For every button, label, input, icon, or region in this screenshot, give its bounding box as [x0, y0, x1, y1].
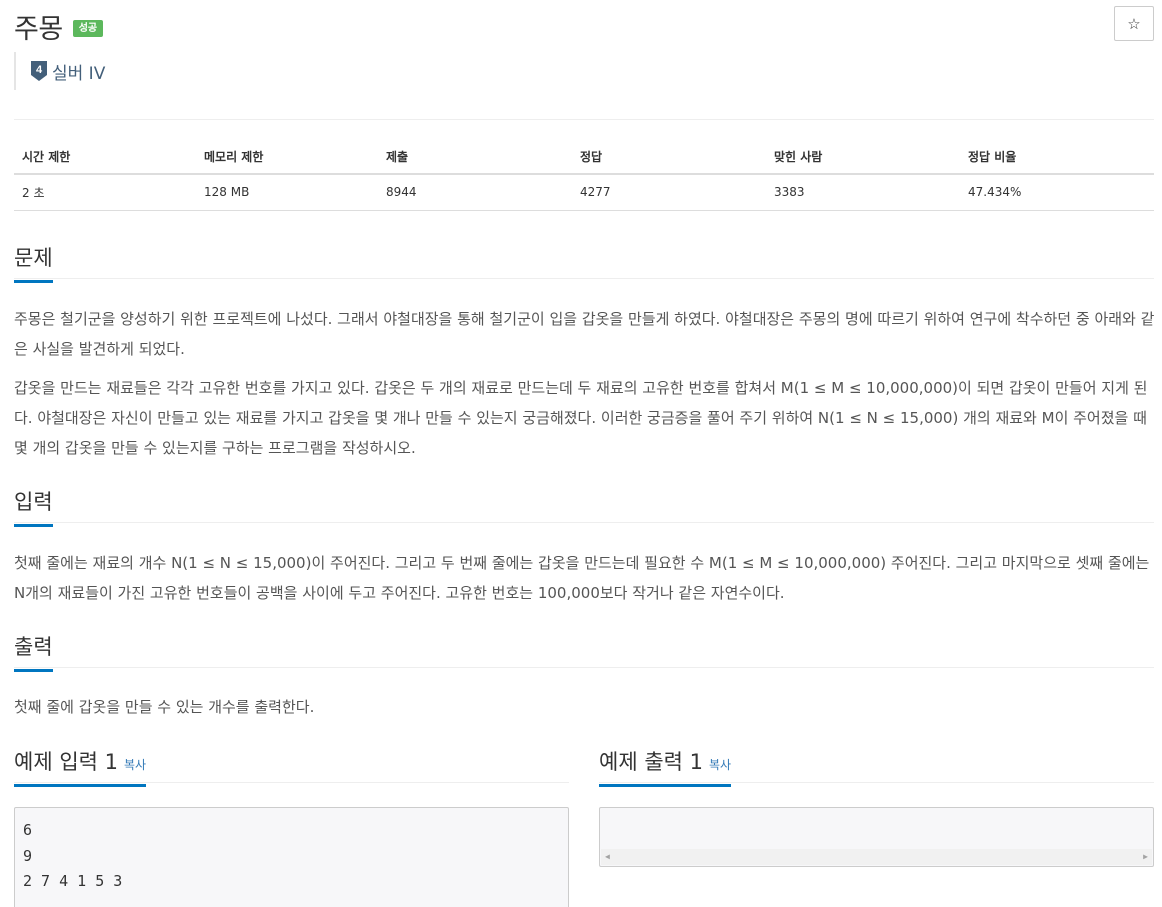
section-divider — [14, 522, 1154, 523]
input-section-header: 입력 — [14, 486, 1154, 527]
section-title-output: 출력 — [14, 631, 53, 672]
problem-section-header: 문제 — [14, 242, 1154, 283]
divider — [14, 119, 1154, 120]
section-divider — [14, 667, 1154, 668]
table-row: 2 초 128 MB 8944 4277 3383 47.434% — [14, 174, 1154, 211]
sample-input-box[interactable]: 6 9 2 7 4 1 5 3 — [14, 807, 569, 907]
problem-description-1: 주몽은 철기군을 양성하기 위한 프로젝트에 나섰다. 그래서 야철대장을 통해… — [14, 310, 1155, 358]
section-title-sample-output: 예제 출력 1 복사 — [599, 746, 732, 787]
output-description: 첫째 줄에 갑옷을 만들 수 있는 개수를 출력한다. — [14, 698, 315, 716]
section-divider — [14, 278, 1154, 279]
sample-input-title: 예제 입력 1 — [14, 750, 118, 774]
horizontal-scrollbar[interactable]: ◀ ▶ — [601, 849, 1152, 865]
tier-number: 4 — [36, 64, 43, 76]
status-badge: 성공 — [72, 19, 104, 37]
header-time-limit: 시간 제한 — [14, 140, 196, 175]
star-button[interactable]: ☆ — [1114, 6, 1154, 41]
header-accept-ratio: 정답 비율 — [960, 140, 1154, 175]
value-submissions: 8944 — [378, 174, 572, 211]
section-title-input: 입력 — [14, 486, 53, 527]
scroll-right-icon[interactable]: ▶ — [1143, 844, 1148, 866]
star-icon: ☆ — [1127, 15, 1141, 33]
sample-input-header: 예제 입력 1 복사 — [14, 746, 569, 787]
value-accept-ratio: 47.434% — [960, 174, 1154, 211]
output-section-header: 출력 — [14, 631, 1154, 672]
sample-output-title: 예제 출력 1 — [599, 750, 703, 774]
silver-tier-icon: 4 — [31, 61, 47, 81]
value-accepted: 4277 — [572, 174, 766, 211]
copy-sample-output-button[interactable]: 복사 — [709, 758, 731, 772]
section-title-problem: 문제 — [14, 242, 53, 283]
section-title-sample-input: 예제 입력 1 복사 — [14, 746, 147, 787]
input-description: 첫째 줄에는 재료의 개수 N(1 ≤ N ≤ 15,000)이 주어진다. 그… — [14, 554, 1150, 602]
header-solved-users: 맞힌 사람 — [766, 140, 960, 175]
tier-label: 실버 IV — [52, 63, 106, 84]
header-memory-limit: 메모리 제한 — [196, 140, 378, 175]
copy-sample-input-button[interactable]: 복사 — [124, 758, 146, 772]
table-header-row: 시간 제한 메모리 제한 제출 정답 맞힌 사람 정답 비율 — [14, 140, 1154, 175]
problem-description-2: 갑옷을 만드는 재료들은 각각 고유한 번호를 가지고 있다. 갑옷은 두 개의… — [14, 379, 1148, 457]
sample-input-content: 6 9 2 7 4 1 5 3 — [23, 821, 123, 890]
value-time-limit: 2 초 — [14, 174, 196, 211]
scroll-left-icon[interactable]: ◀ — [605, 844, 610, 866]
problem-info-table: 시간 제한 메모리 제한 제출 정답 맞힌 사람 정답 비율 2 초 128 M… — [14, 140, 1154, 211]
page-title: 주몽 — [14, 13, 63, 45]
header-submissions: 제출 — [378, 140, 572, 175]
sample-output-box[interactable]: 2 ◀ ▶ — [599, 807, 1154, 867]
problem-header: 주몽 성공 — [14, 6, 104, 46]
value-memory-limit: 128 MB — [196, 174, 378, 211]
sample-output-header: 예제 출력 1 복사 — [599, 746, 1154, 787]
tier-block: 4 실버 IV — [14, 52, 105, 90]
header-accepted: 정답 — [572, 140, 766, 175]
value-solved-users: 3383 — [766, 174, 960, 211]
